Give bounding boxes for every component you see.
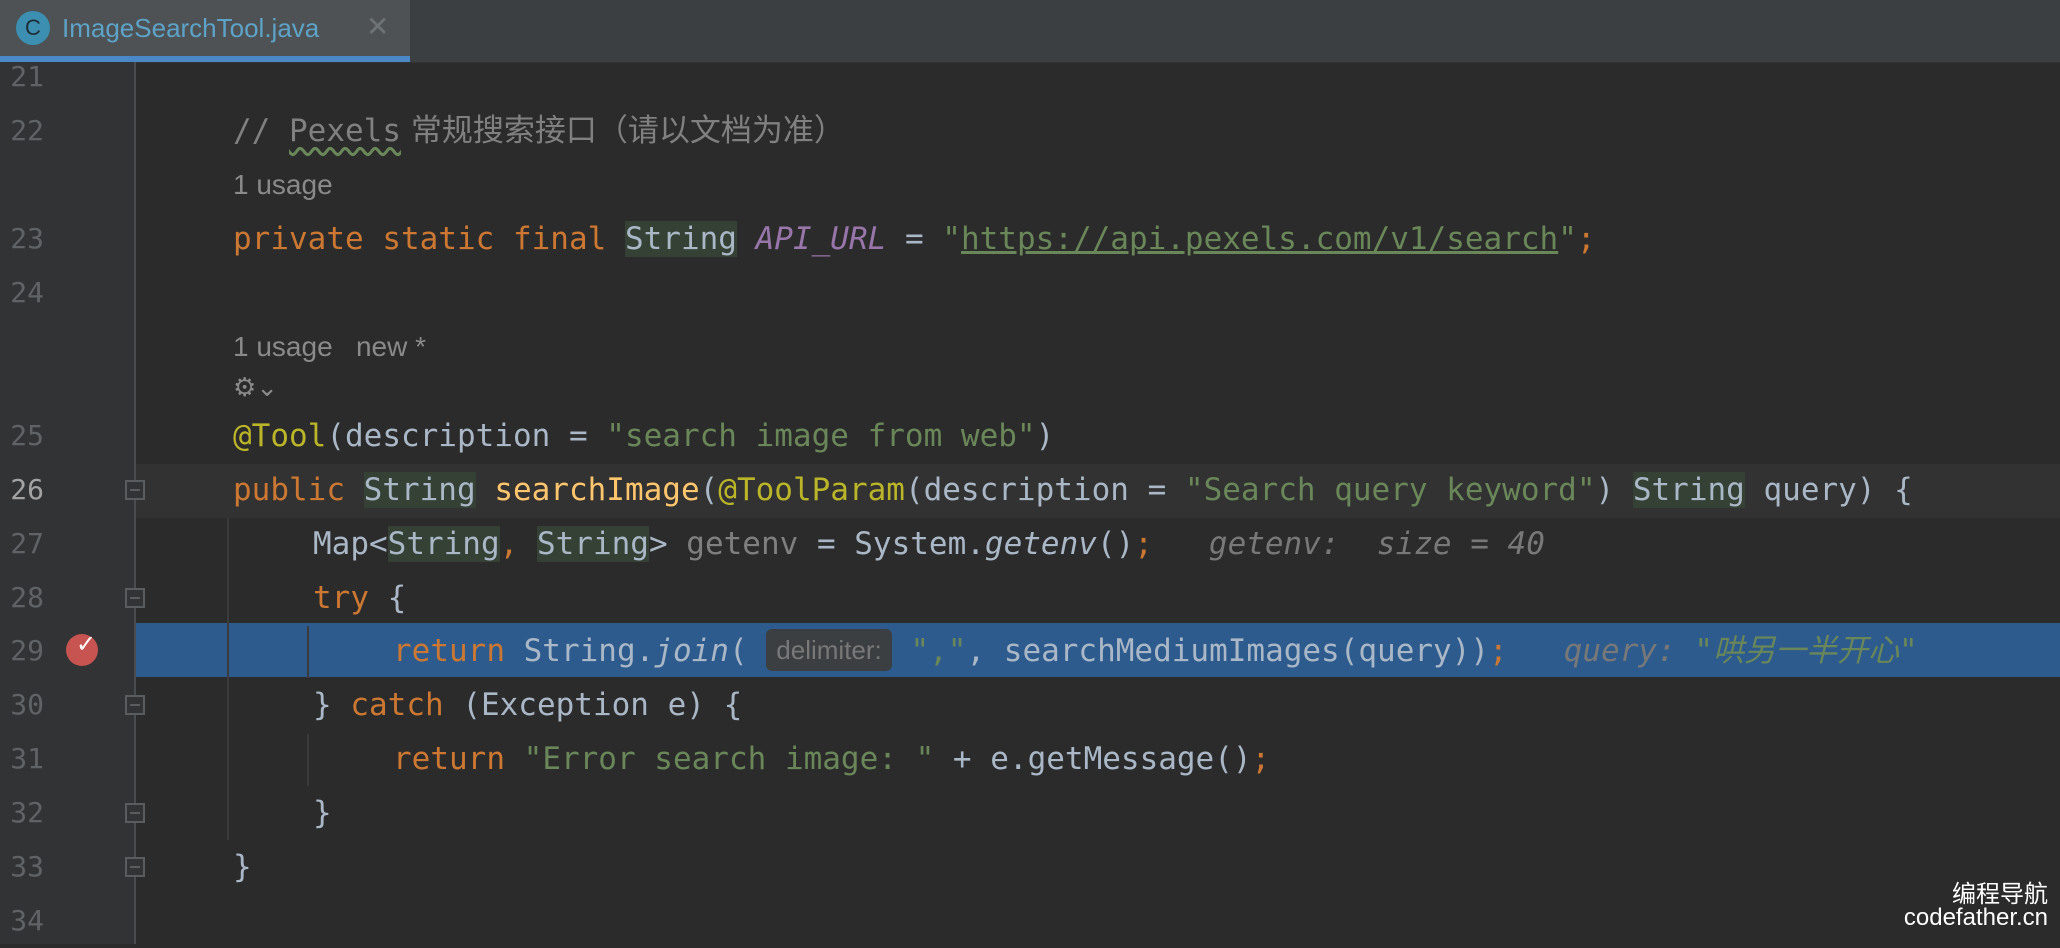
code-line-32[interactable]: } — [136, 786, 2060, 840]
get-message-call: + e.getMessage() — [934, 741, 1252, 777]
semicolon: ; — [1489, 633, 1508, 669]
brace-open: { — [369, 580, 407, 616]
debug-label-getenv: getenv: — [1208, 526, 1340, 562]
api-url-link[interactable]: https://api.pexels.com/v1/search — [961, 221, 1558, 257]
debug-value-query: "哄另一半开心" — [1694, 633, 1918, 669]
quote: " — [942, 221, 961, 257]
annotation-tool: @Tool — [233, 418, 327, 454]
line-number: 21 — [10, 60, 44, 93]
tool-args: (description = — [326, 418, 607, 454]
code-line-33[interactable]: } — [136, 840, 2060, 894]
type-string: String — [1632, 472, 1745, 508]
semicolon: ; — [1251, 741, 1271, 777]
delimiter-parameter-hint: delimiter: — [766, 629, 892, 671]
code-line-23[interactable]: private static final String API_URL = "h… — [136, 212, 2060, 266]
method-join: join — [654, 633, 729, 669]
type-string: String — [387, 526, 500, 562]
line-number: 27 — [10, 527, 44, 560]
generic-close: > — [648, 526, 668, 562]
exception-clause: (Exception e) { — [443, 687, 743, 723]
line-number: 24 — [10, 276, 44, 309]
quote: " — [1558, 221, 1577, 257]
semicolon: ; — [1134, 526, 1153, 562]
system-call: = System. — [798, 526, 985, 562]
type-map: Map< — [313, 526, 388, 562]
call-end: () — [1096, 526, 1135, 562]
annotation-toolparam: @ToolParam — [718, 472, 905, 508]
delimiter-value: "," — [910, 633, 967, 669]
string-class: String. — [504, 633, 655, 669]
open-paren: ( — [699, 472, 719, 508]
line-number: 31 — [10, 742, 44, 775]
tool-description: "search image from web" — [606, 418, 1036, 454]
error-string: "Error search image: " — [523, 741, 935, 777]
method-getenv: getenv — [984, 526, 1097, 562]
tab-title: ImageSearchTool.java — [62, 13, 320, 43]
field-api-url: API_URL — [755, 221, 887, 257]
operator-eq: = — [886, 221, 943, 257]
keyword-catch: catch — [350, 687, 444, 723]
code-line-30[interactable]: } catch (Exception e) { — [136, 678, 2060, 732]
editor-tab-bar: C ImageSearchTool.java ✕ — [0, 0, 2060, 63]
line-number: 32 — [10, 796, 44, 829]
comment-text: 常规搜索接口（请以文档为准） — [400, 113, 845, 149]
type-string: String — [536, 526, 649, 562]
search-medium-call: , searchMediumImages(query)) — [966, 633, 1490, 669]
brace-close: } — [313, 795, 332, 831]
close-paren: ) — [1595, 472, 1615, 508]
semicolon: ; — [1576, 221, 1596, 257]
usage-hint[interactable]: 1 usage — [233, 158, 333, 212]
code-line-28[interactable]: try { — [136, 571, 2060, 625]
line-number: 28 — [10, 581, 44, 614]
comment-slashes: // — [233, 113, 289, 149]
keyword-private: private — [233, 221, 364, 257]
code-line-27[interactable]: Map<String, String> getenv = System.gete… — [136, 517, 2060, 571]
tab-image-search-tool[interactable]: C ImageSearchTool.java ✕ — [0, 0, 410, 62]
close-paren: ) — [1035, 418, 1055, 454]
debug-label-query: query: — [1563, 633, 1676, 669]
param-description: "Search query keyword" — [1184, 472, 1596, 508]
keyword-return: return — [393, 633, 505, 669]
var-getenv: getenv — [667, 526, 799, 562]
line-number: 34 — [10, 904, 44, 937]
line-number: 29 — [10, 634, 44, 667]
keyword-public: public — [233, 472, 345, 508]
comma: , — [499, 526, 537, 562]
keyword-return: return — [393, 741, 505, 777]
keyword-final: final — [512, 221, 607, 257]
line-number: 33 — [10, 850, 44, 883]
keyword-static: static — [382, 221, 495, 257]
type-string: String — [624, 221, 737, 257]
comment-word: Pexels — [289, 113, 401, 149]
method-search-image: searchImage — [494, 472, 700, 508]
line-number: 30 — [10, 688, 44, 721]
code-line-31[interactable]: return "Error search image: " + e.getMes… — [136, 732, 2060, 786]
keyword-try: try — [313, 580, 369, 616]
breakpoint-check-icon: ✓ — [76, 630, 97, 658]
java-class-icon: C — [16, 11, 50, 45]
type-string: String — [363, 472, 476, 508]
ai-assistant-icon[interactable]: ⚙⌄ — [233, 373, 278, 403]
brace-close: } — [233, 849, 252, 885]
brace-close: } — [313, 687, 351, 723]
code-line-22[interactable]: // Pexels 常规搜索接口（请以文档为准） — [136, 104, 2060, 158]
tool-args: (description = — [904, 472, 1185, 508]
param-name: query) { — [1744, 472, 1913, 508]
close-icon[interactable]: ✕ — [366, 10, 389, 43]
usage-hint[interactable]: 1 usage new * — [233, 320, 426, 374]
code-line-29[interactable]: return String.join( delimiter: ",", sear… — [136, 624, 2060, 678]
line-number: 26 — [10, 473, 44, 506]
open-paren: ( — [728, 633, 748, 669]
code-line-25[interactable]: @Tool(description = "search image from w… — [136, 409, 2060, 463]
code-line-26[interactable]: public String searchImage(@ToolParam(des… — [136, 463, 2060, 517]
line-number: 23 — [10, 222, 44, 255]
watermark-url: codefather.cn — [1903, 904, 2048, 931]
line-number: 22 — [10, 114, 44, 147]
line-number: 25 — [10, 419, 44, 452]
debug-value-getenv: size = 40 — [1376, 526, 1545, 562]
